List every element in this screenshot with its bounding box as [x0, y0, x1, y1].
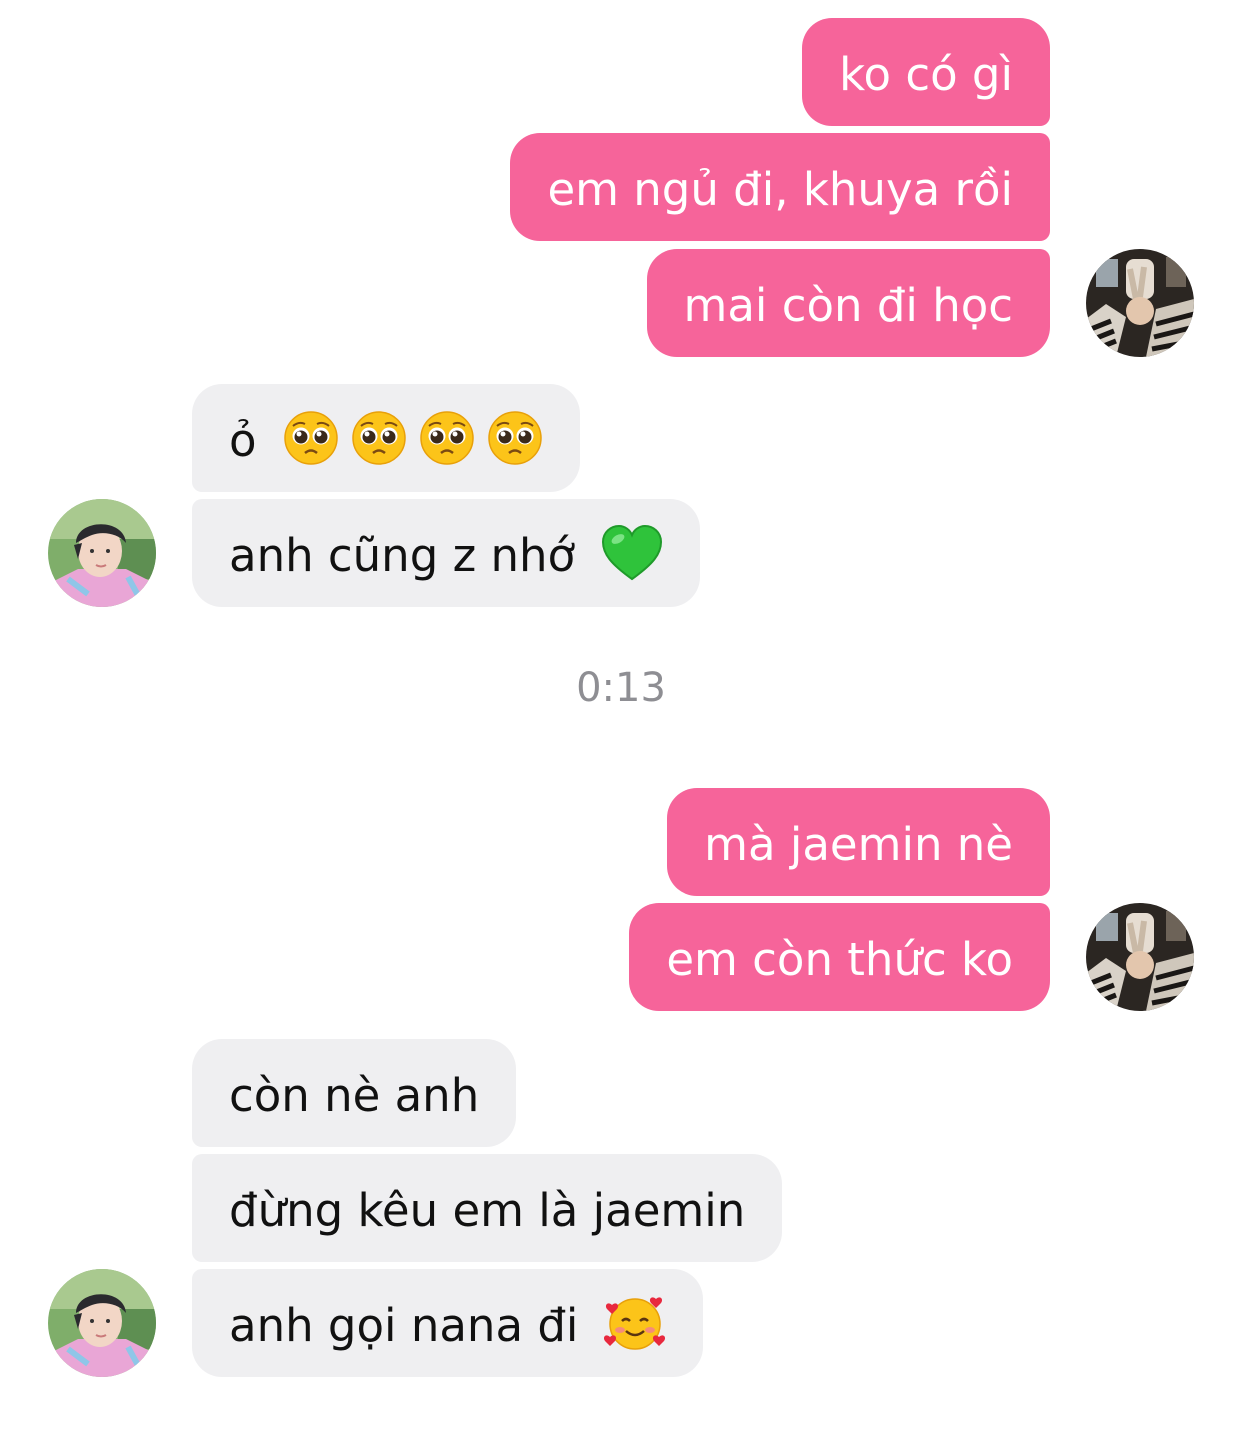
sent-message-bubble[interactable]: em còn thức ko	[629, 903, 1050, 1011]
sent-message-bubble[interactable]: em ngủ đi, khuya rồi	[510, 133, 1050, 241]
message-text: còn nè anh	[229, 1069, 480, 1122]
user-avatar[interactable]	[1086, 249, 1194, 357]
message-text: em còn thức ko	[666, 933, 1013, 986]
pleading-face-emoji	[419, 410, 475, 466]
pleading-face-emoji	[283, 410, 339, 466]
sent-message-bubble[interactable]: mai còn đi học	[646, 249, 1050, 357]
message-timestamp: 0:13	[576, 665, 666, 711]
received-message-bubble[interactable]: ỏ	[192, 384, 580, 492]
message-text: mai còn đi học	[683, 279, 1013, 332]
received-message-bubble[interactable]: đừng kêu em là jaemin	[192, 1154, 783, 1262]
message-text: mà jaemin nè	[704, 818, 1013, 871]
message-text: anh cũng z nhớ	[229, 529, 576, 582]
message-text: ỏ	[229, 414, 257, 467]
message-text: em ngủ đi, khuya rồi	[547, 163, 1013, 216]
pleading-face-emoji	[487, 410, 543, 466]
sent-message-bubble[interactable]: ko có gì	[802, 18, 1050, 126]
green-heart-emoji	[601, 524, 663, 582]
chat-thread: ko có gì em ngủ đi, khuya rồi mai còn đi…	[0, 0, 1242, 1440]
user-avatar[interactable]	[1086, 903, 1194, 1011]
message-text: ko có gì	[839, 48, 1013, 101]
smiling-face-with-hearts-emoji	[604, 1293, 666, 1353]
received-message-bubble[interactable]: còn nè anh	[192, 1039, 517, 1147]
contact-avatar[interactable]	[48, 1269, 156, 1377]
sent-message-bubble[interactable]: mà jaemin nè	[667, 788, 1050, 896]
received-message-bubble[interactable]: anh gọi nana đi	[192, 1269, 704, 1377]
message-text: đừng kêu em là jaemin	[229, 1184, 746, 1237]
message-text: anh gọi nana đi	[229, 1299, 579, 1352]
received-message-bubble[interactable]: anh cũng z nhớ	[192, 499, 701, 607]
contact-avatar[interactable]	[48, 499, 156, 607]
pleading-face-emoji	[351, 410, 407, 466]
